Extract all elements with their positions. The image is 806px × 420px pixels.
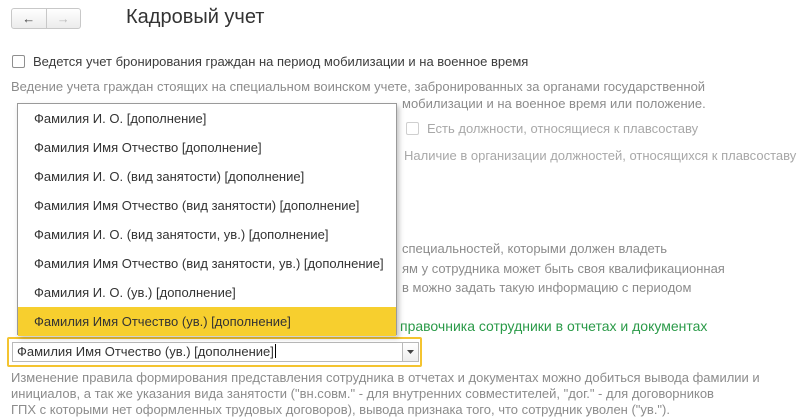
qualification-description-line3: в можно задать такую информацию с период… (402, 280, 692, 295)
representation-description-line2: инициалов, а так же указания вида занято… (11, 386, 714, 401)
mobilization-description-line2: мобилизации и на военное время или полож… (402, 96, 706, 111)
page-title: Кадровый учет (126, 6, 265, 28)
forward-button[interactable]: → (47, 9, 81, 28)
qualification-description-line2: ям у сотрудника может быть своя квалифик… (402, 261, 725, 276)
dropdown-option[interactable]: Фамилия Имя Отчество [дополнение] (18, 133, 396, 162)
combobox-value: Фамилия Имя Отчество (ув.) [дополнение] (17, 344, 274, 359)
mobilization-checkbox[interactable] (12, 55, 25, 68)
plavsostav-checkbox[interactable] (406, 122, 419, 135)
mobilization-checkbox-label[interactable]: Ведется учет бронирования граждан на пер… (33, 54, 528, 69)
dropdown-option[interactable]: Фамилия Имя Отчество (вид занятости, ув.… (18, 249, 396, 278)
dropdown-option[interactable]: Фамилия И. О. (вид занятости) [дополнени… (18, 162, 396, 191)
representation-combobox-input[interactable]: Фамилия Имя Отчество (ув.) [дополнение] (12, 342, 403, 362)
back-button[interactable]: ← (12, 9, 47, 28)
dropdown-option[interactable]: Фамилия Имя Отчество (вид занятости) [до… (18, 191, 396, 220)
representation-description-line3: ГПХ с которыми нет оформленных трудовых … (11, 402, 670, 417)
plavsostav-checkbox-label[interactable]: Есть должности, относящиеся к плавсостав… (427, 121, 698, 136)
representation-combobox[interactable]: Фамилия Имя Отчество (ув.) [дополнение] (7, 337, 422, 367)
dropdown-option[interactable]: Фамилия И. О. (ув.) [дополнение] (18, 278, 396, 307)
mobilization-description-line1: Ведение учета граждан стоящих на специал… (11, 79, 706, 94)
hr-settings-page: ← → Кадровый учет Ведется учет бронирова… (0, 0, 806, 420)
text-caret (274, 344, 276, 358)
dropdown-option[interactable]: Фамилия Имя Отчество (ув.) [дополнение] (18, 307, 396, 336)
chevron-down-icon (407, 350, 414, 354)
qualification-description-line1: специальностей, которыми должен владеть (402, 241, 668, 256)
representation-section-heading: правочника сотрудники в отчетах и докуме… (400, 318, 708, 334)
representation-description-line1: Изменение правила формирования представл… (11, 370, 760, 385)
arrow-right-icon: → (56, 11, 70, 26)
navigation-buttons: ← → (11, 8, 81, 29)
plavsostav-description: Наличие в организации должностей, относя… (404, 148, 797, 163)
arrow-left-icon: ← (22, 11, 36, 26)
dropdown-option[interactable]: Фамилия И. О. (вид занятости, ув.) [допо… (18, 220, 396, 249)
representation-dropdown-list: Фамилия И. О. [дополнение] Фамилия Имя От… (17, 103, 397, 336)
dropdown-option[interactable]: Фамилия И. О. [дополнение] (18, 104, 396, 133)
combobox-dropdown-button[interactable] (403, 342, 419, 362)
